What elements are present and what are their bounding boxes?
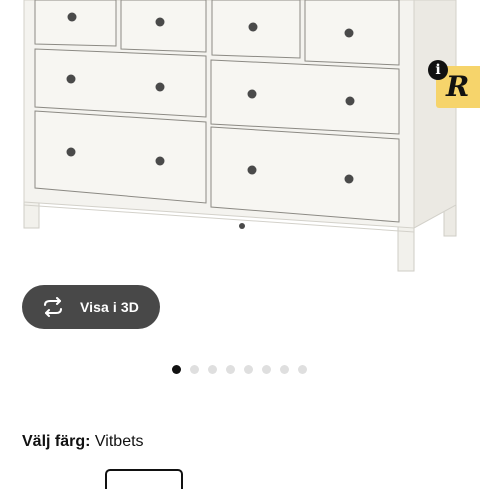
carousel-dot[interactable] — [280, 365, 289, 374]
color-selection: Välj färg: Vitbets — [22, 433, 144, 451]
carousel-dot[interactable] — [244, 365, 253, 374]
view-in-3d-button[interactable]: Visa i 3D — [22, 285, 160, 329]
carousel-dot[interactable] — [298, 365, 307, 374]
carousel-dot[interactable] — [208, 365, 217, 374]
color-swatch-selected[interactable] — [105, 469, 183, 489]
view-in-3d-label: Visa i 3D — [80, 299, 140, 315]
carousel-dot[interactable] — [226, 365, 235, 374]
logo-glyph: R — [446, 70, 470, 103]
carousel-indicators — [172, 365, 307, 374]
rotate-3d-icon — [44, 297, 62, 317]
color-value: Vitbets — [94, 433, 144, 450]
color-label: Välj färg: — [22, 433, 91, 450]
info-icon[interactable]: i — [428, 60, 448, 80]
carousel-dot[interactable] — [172, 365, 181, 374]
product-image[interactable] — [0, 0, 480, 285]
info-badge[interactable]: R i — [428, 58, 480, 110]
carousel-dot[interactable] — [262, 365, 271, 374]
carousel-dot[interactable] — [190, 365, 199, 374]
